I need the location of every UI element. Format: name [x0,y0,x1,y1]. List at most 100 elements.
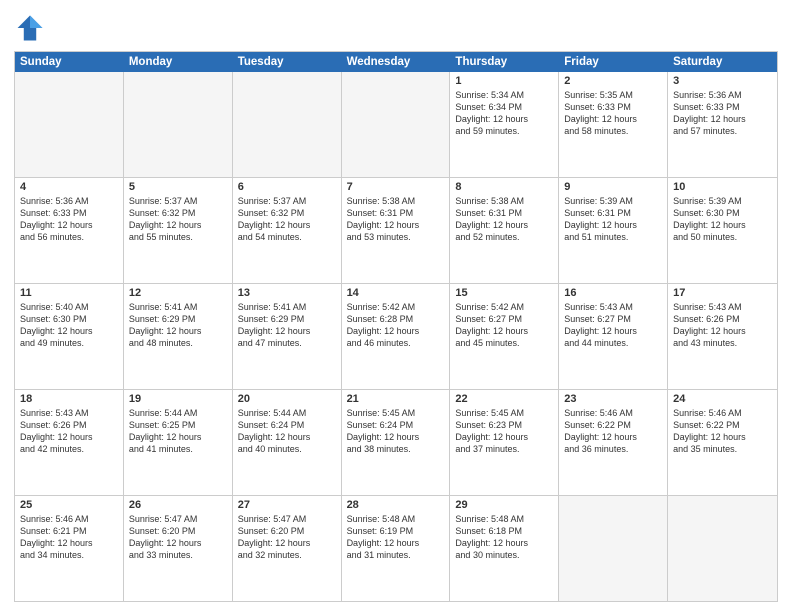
day-cell-14: 14 Sunrise: 5:42 AM Sunset: 6:28 PM Dayli… [342,284,451,389]
logo [14,14,48,47]
day-number: 26 [129,499,227,511]
empty-cell [233,72,342,177]
day-info: Sunrise: 5:44 AM Sunset: 6:25 PM Dayligh… [129,407,227,456]
day-info: Sunrise: 5:39 AM Sunset: 6:30 PM Dayligh… [673,195,772,244]
day-cell-13: 13 Sunrise: 5:41 AM Sunset: 6:29 PM Dayli… [233,284,342,389]
day-info: Sunrise: 5:44 AM Sunset: 6:24 PM Dayligh… [238,407,336,456]
empty-cell [124,72,233,177]
day-cell-19: 19 Sunrise: 5:44 AM Sunset: 6:25 PM Dayli… [124,390,233,495]
empty-cell [15,72,124,177]
day-number: 16 [564,287,662,299]
day-cell-24: 24 Sunrise: 5:46 AM Sunset: 6:22 PM Dayli… [668,390,777,495]
empty-cell [559,496,668,601]
day-cell-1: 1 Sunrise: 5:34 AM Sunset: 6:34 PM Daylig… [450,72,559,177]
day-number: 7 [347,181,445,193]
day-cell-3: 3 Sunrise: 5:36 AM Sunset: 6:33 PM Daylig… [668,72,777,177]
day-info: Sunrise: 5:36 AM Sunset: 6:33 PM Dayligh… [673,89,772,138]
day-info: Sunrise: 5:37 AM Sunset: 6:32 PM Dayligh… [129,195,227,244]
day-number: 23 [564,393,662,405]
day-cell-18: 18Sunrise: 5:43 AM Sunset: 6:26 PM Dayli… [15,390,124,495]
day-cell-12: 12Sunrise: 5:41 AM Sunset: 6:29 PM Dayli… [124,284,233,389]
day-info: Sunrise: 5:36 AM Sunset: 6:33 PM Dayligh… [20,195,118,244]
day-number: 21 [347,393,445,405]
day-cell-9: 9 Sunrise: 5:39 AM Sunset: 6:31 PM Daylig… [559,178,668,283]
day-number: 15 [455,287,553,299]
day-number: 18 [20,393,118,405]
day-info: Sunrise: 5:46 AM Sunset: 6:21 PM Dayligh… [20,513,118,562]
day-info: Sunrise: 5:39 AM Sunset: 6:31 PM Dayligh… [564,195,662,244]
day-cell-20: 20 Sunrise: 5:44 AM Sunset: 6:24 PM Dayli… [233,390,342,495]
calendar-row-2: 11 Sunrise: 5:40 AM Sunset: 6:30 PM Dayli… [15,284,777,390]
day-number: 24 [673,393,772,405]
day-number: 25 [20,499,118,511]
logo-icon [16,14,44,42]
day-info: Sunrise: 5:47 AM Sunset: 6:20 PM Dayligh… [129,513,227,562]
day-info: Sunrise: 5:42 AM Sunset: 6:28 PM Dayligh… [347,301,445,350]
day-cell-29: 29 Sunrise: 5:48 AM Sunset: 6:18 PM Dayli… [450,496,559,601]
calendar-row-1: 4 Sunrise: 5:36 AM Sunset: 6:33 PM Daylig… [15,178,777,284]
day-info: Sunrise: 5:38 AM Sunset: 6:31 PM Dayligh… [455,195,553,244]
day-number: 1 [455,75,553,87]
header-day-tuesday: Tuesday [233,52,342,72]
day-info: Sunrise: 5:46 AM Sunset: 6:22 PM Dayligh… [564,407,662,456]
day-number: 5 [129,181,227,193]
day-info: Sunrise: 5:41 AM Sunset: 6:29 PM Dayligh… [238,301,336,350]
day-cell-15: 15 Sunrise: 5:42 AM Sunset: 6:27 PM Dayli… [450,284,559,389]
day-number: 2 [564,75,662,87]
header-day-friday: Friday [559,52,668,72]
calendar-header: SundayMondayTuesdayWednesdayThursdayFrid… [15,52,777,72]
header-day-monday: Monday [124,52,233,72]
day-cell-7: 7 Sunrise: 5:38 AM Sunset: 6:31 PM Daylig… [342,178,451,283]
day-cell-11: 11 Sunrise: 5:40 AM Sunset: 6:30 PM Dayli… [15,284,124,389]
day-cell-27: 27 Sunrise: 5:47 AM Sunset: 6:20 PM Dayli… [233,496,342,601]
day-info: Sunrise: 5:48 AM Sunset: 6:18 PM Dayligh… [455,513,553,562]
header [14,10,778,47]
day-info: Sunrise: 5:38 AM Sunset: 6:31 PM Dayligh… [347,195,445,244]
day-info: Sunrise: 5:48 AM Sunset: 6:19 PM Dayligh… [347,513,445,562]
day-number: 20 [238,393,336,405]
day-info: Sunrise: 5:40 AM Sunset: 6:30 PM Dayligh… [20,301,118,350]
day-number: 9 [564,181,662,193]
day-number: 27 [238,499,336,511]
day-number: 28 [347,499,445,511]
day-cell-22: 22 Sunrise: 5:45 AM Sunset: 6:23 PM Dayli… [450,390,559,495]
day-number: 8 [455,181,553,193]
header-day-sunday: Sunday [15,52,124,72]
day-cell-2: 2 Sunrise: 5:35 AM Sunset: 6:33 PM Daylig… [559,72,668,177]
day-cell-10: 10 Sunrise: 5:39 AM Sunset: 6:30 PM Dayli… [668,178,777,283]
day-cell-23: 23 Sunrise: 5:46 AM Sunset: 6:22 PM Dayli… [559,390,668,495]
day-cell-21: 21Sunrise: 5:45 AM Sunset: 6:24 PM Dayli… [342,390,451,495]
day-number: 6 [238,181,336,193]
day-info: Sunrise: 5:42 AM Sunset: 6:27 PM Dayligh… [455,301,553,350]
day-number: 29 [455,499,553,511]
calendar-row-3: 18Sunrise: 5:43 AM Sunset: 6:26 PM Dayli… [15,390,777,496]
day-cell-6: 6 Sunrise: 5:37 AM Sunset: 6:32 PM Daylig… [233,178,342,283]
day-number: 22 [455,393,553,405]
day-info: Sunrise: 5:43 AM Sunset: 6:26 PM Dayligh… [673,301,772,350]
empty-cell [668,496,777,601]
day-number: 3 [673,75,772,87]
day-info: Sunrise: 5:37 AM Sunset: 6:32 PM Dayligh… [238,195,336,244]
day-info: Sunrise: 5:47 AM Sunset: 6:20 PM Dayligh… [238,513,336,562]
day-number: 13 [238,287,336,299]
day-cell-25: 25 Sunrise: 5:46 AM Sunset: 6:21 PM Dayli… [15,496,124,601]
header-day-wednesday: Wednesday [342,52,451,72]
day-cell-28: 28 Sunrise: 5:48 AM Sunset: 6:19 PM Dayli… [342,496,451,601]
day-cell-8: 8 Sunrise: 5:38 AM Sunset: 6:31 PM Daylig… [450,178,559,283]
day-info: Sunrise: 5:45 AM Sunset: 6:23 PM Dayligh… [455,407,553,456]
day-info: Sunrise: 5:35 AM Sunset: 6:33 PM Dayligh… [564,89,662,138]
day-number: 11 [20,287,118,299]
day-number: 4 [20,181,118,193]
calendar-row-0: 1 Sunrise: 5:34 AM Sunset: 6:34 PM Daylig… [15,72,777,178]
day-info: Sunrise: 5:43 AM Sunset: 6:27 PM Dayligh… [564,301,662,350]
calendar-row-4: 25 Sunrise: 5:46 AM Sunset: 6:21 PM Dayli… [15,496,777,601]
day-number: 19 [129,393,227,405]
day-number: 10 [673,181,772,193]
day-info: Sunrise: 5:34 AM Sunset: 6:34 PM Dayligh… [455,89,553,138]
day-info: Sunrise: 5:46 AM Sunset: 6:22 PM Dayligh… [673,407,772,456]
day-number: 17 [673,287,772,299]
empty-cell [342,72,451,177]
header-day-saturday: Saturday [668,52,777,72]
calendar: SundayMondayTuesdayWednesdayThursdayFrid… [14,51,778,602]
day-number: 14 [347,287,445,299]
